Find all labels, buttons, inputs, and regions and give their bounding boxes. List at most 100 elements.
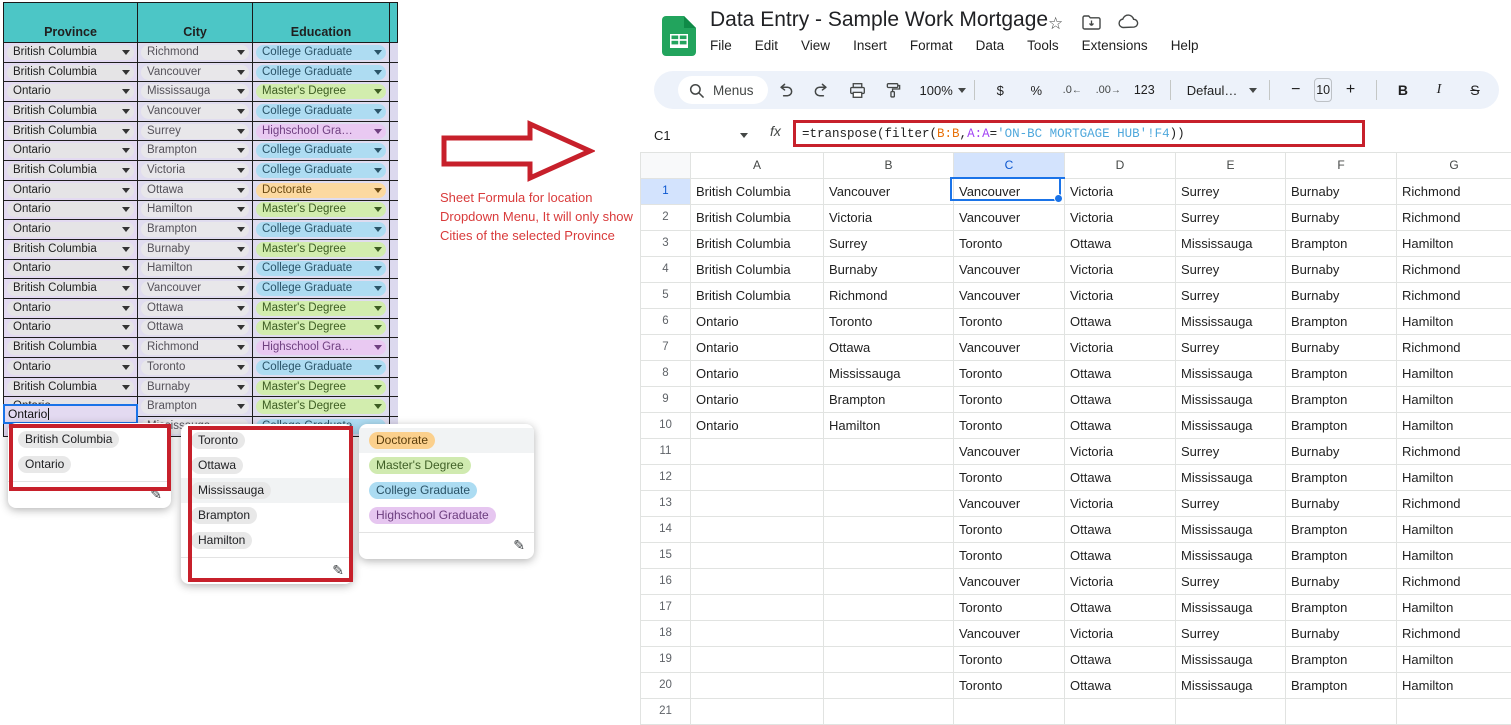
city-dropdown-cell[interactable]: Hamilton xyxy=(138,259,253,279)
province-dropdown-cell[interactable]: Ontario xyxy=(4,259,138,279)
grid-cell-D21[interactable] xyxy=(1065,698,1176,724)
education-dropdown-cell[interactable]: Highschool Gra… xyxy=(253,121,390,141)
grid-cell-B3[interactable]: Surrey xyxy=(824,230,954,256)
grid-cell-E2[interactable]: Surrey xyxy=(1176,204,1286,230)
education-dropdown-cell[interactable]: College Graduate xyxy=(253,141,390,161)
grid-cell-C8[interactable]: Toronto xyxy=(954,360,1065,386)
grid-cell-C10[interactable]: Toronto xyxy=(954,412,1065,438)
menu-item-edit[interactable]: Edit xyxy=(755,38,778,53)
grid-cell-A12[interactable] xyxy=(691,464,824,490)
grid-cell-A4[interactable]: British Columbia xyxy=(691,256,824,282)
city-dropdown-cell[interactable]: Brampton xyxy=(138,141,253,161)
province-dropdown-cell[interactable]: Ontario xyxy=(4,82,138,102)
city-dropdown-cell[interactable]: Victoria xyxy=(138,161,253,181)
menu-item-view[interactable]: View xyxy=(801,38,830,53)
font-size-input[interactable]: 10 xyxy=(1314,78,1333,102)
grid-cell-C18[interactable]: Vancouver xyxy=(954,620,1065,646)
education-dropdown-cell[interactable]: Master's Degree xyxy=(253,377,390,397)
grid-cell-G1[interactable]: Richmond xyxy=(1397,178,1511,204)
grid-cell-F15[interactable]: Brampton xyxy=(1286,542,1397,568)
city-option[interactable]: Mississauga xyxy=(181,478,353,503)
grid-cell-F11[interactable]: Burnaby xyxy=(1286,438,1397,464)
education-dropdown-cell[interactable]: Doctorate xyxy=(253,180,390,200)
grid-cell-E15[interactable]: Mississauga xyxy=(1176,542,1286,568)
row-header-1[interactable]: 1 xyxy=(641,178,691,204)
grid-cell-A17[interactable] xyxy=(691,594,824,620)
more-formats-button[interactable]: 123 xyxy=(1131,76,1157,104)
grid-cell-E16[interactable]: Surrey xyxy=(1176,568,1286,594)
grid-cell-E4[interactable]: Surrey xyxy=(1176,256,1286,282)
grid-cell-D19[interactable]: Ottawa xyxy=(1065,646,1176,672)
grid-cell-A18[interactable] xyxy=(691,620,824,646)
education-dropdown-cell[interactable]: College Graduate xyxy=(253,358,390,378)
grid-cell-E17[interactable]: Mississauga xyxy=(1176,594,1286,620)
grid-cell-B10[interactable]: Hamilton xyxy=(824,412,954,438)
province-dropdown-cell[interactable]: British Columbia xyxy=(4,121,138,141)
city-option[interactable]: Toronto xyxy=(181,428,353,453)
row-header-3[interactable]: 3 xyxy=(641,230,691,256)
city-dropdown-cell[interactable]: Toronto xyxy=(138,358,253,378)
city-option[interactable]: Brampton xyxy=(181,503,353,528)
percent-format-button[interactable]: % xyxy=(1023,76,1049,104)
city-dropdown-cell[interactable]: Ottawa xyxy=(138,180,253,200)
grid-cell-E7[interactable]: Surrey xyxy=(1176,334,1286,360)
grid-cell-B17[interactable] xyxy=(824,594,954,620)
grid-cell-D12[interactable]: Ottawa xyxy=(1065,464,1176,490)
grid-cell-G15[interactable]: Hamilton xyxy=(1397,542,1511,568)
grid-cell-C12[interactable]: Toronto xyxy=(954,464,1065,490)
row-header-5[interactable]: 5 xyxy=(641,282,691,308)
city-dropdown-cell[interactable]: Vancouver xyxy=(138,102,253,122)
city-dropdown-cell[interactable]: Mississauga xyxy=(138,82,253,102)
grid-cell-G6[interactable]: Hamilton xyxy=(1397,308,1511,334)
increase-decimal-button[interactable]: .00→ xyxy=(1095,76,1121,104)
grid-cell-D16[interactable]: Victoria xyxy=(1065,568,1176,594)
pencil-icon[interactable]: ✎ xyxy=(332,562,344,579)
grid-cell-E10[interactable]: Mississauga xyxy=(1176,412,1286,438)
grid-cell-C15[interactable]: Toronto xyxy=(954,542,1065,568)
grid-cell-A10[interactable]: Ontario xyxy=(691,412,824,438)
column-header-F[interactable]: F xyxy=(1286,153,1397,179)
grid-cell-E9[interactable]: Mississauga xyxy=(1176,386,1286,412)
column-header-A[interactable]: A xyxy=(691,153,824,179)
grid-cell-E21[interactable] xyxy=(1176,698,1286,724)
row-header-7[interactable]: 7 xyxy=(641,334,691,360)
province-dropdown-cell[interactable]: British Columbia xyxy=(4,377,138,397)
currency-format-button[interactable]: $ xyxy=(987,76,1013,104)
grid-cell-A21[interactable] xyxy=(691,698,824,724)
row-header-21[interactable]: 21 xyxy=(641,698,691,724)
grid-cell-C14[interactable]: Toronto xyxy=(954,516,1065,542)
grid-cell-E11[interactable]: Surrey xyxy=(1176,438,1286,464)
grid-cell-C7[interactable]: Vancouver xyxy=(954,334,1065,360)
province-option[interactable]: British Columbia xyxy=(8,427,171,452)
grid-cell-B9[interactable]: Brampton xyxy=(824,386,954,412)
grid-cell-D13[interactable]: Victoria xyxy=(1065,490,1176,516)
grid-cell-E12[interactable]: Mississauga xyxy=(1176,464,1286,490)
grid-cell-G19[interactable]: Hamilton xyxy=(1397,646,1511,672)
grid-cell-F6[interactable]: Brampton xyxy=(1286,308,1397,334)
grid-cell-B16[interactable] xyxy=(824,568,954,594)
row-header-14[interactable]: 14 xyxy=(641,516,691,542)
menus-search-button[interactable]: Menus xyxy=(678,76,768,104)
grid-cell-B4[interactable]: Burnaby xyxy=(824,256,954,282)
menu-item-format[interactable]: Format xyxy=(910,38,953,53)
grid-cell-C4[interactable]: Vancouver xyxy=(954,256,1065,282)
city-dropdown-cell[interactable]: Surrey xyxy=(138,121,253,141)
row-header-4[interactable]: 4 xyxy=(641,256,691,282)
grid-cell-G3[interactable]: Hamilton xyxy=(1397,230,1511,256)
city-dropdown-cell[interactable]: Ottawa xyxy=(138,298,253,318)
grid-cell-F4[interactable]: Burnaby xyxy=(1286,256,1397,282)
grid-cell-G20[interactable]: Hamilton xyxy=(1397,672,1511,698)
grid-cell-C17[interactable]: Toronto xyxy=(954,594,1065,620)
city-dropdown-popup[interactable]: TorontoOttawaMississaugaBramptonHamilton… xyxy=(181,424,353,584)
education-dropdown-popup[interactable]: DoctorateMaster's DegreeCollege Graduate… xyxy=(359,424,534,559)
education-dropdown-cell[interactable]: College Graduate xyxy=(253,259,390,279)
grid-cell-F19[interactable]: Brampton xyxy=(1286,646,1397,672)
grid-cell-C21[interactable] xyxy=(954,698,1065,724)
education-option[interactable]: Master's Degree xyxy=(359,453,534,478)
province-dropdown-cell[interactable]: British Columbia xyxy=(4,62,138,82)
city-dropdown-cell[interactable]: Brampton xyxy=(138,397,253,417)
menu-item-file[interactable]: File xyxy=(710,38,732,53)
grid-cell-A13[interactable] xyxy=(691,490,824,516)
column-header-D[interactable]: D xyxy=(1065,153,1176,179)
city-dropdown-cell[interactable]: Burnaby xyxy=(138,377,253,397)
